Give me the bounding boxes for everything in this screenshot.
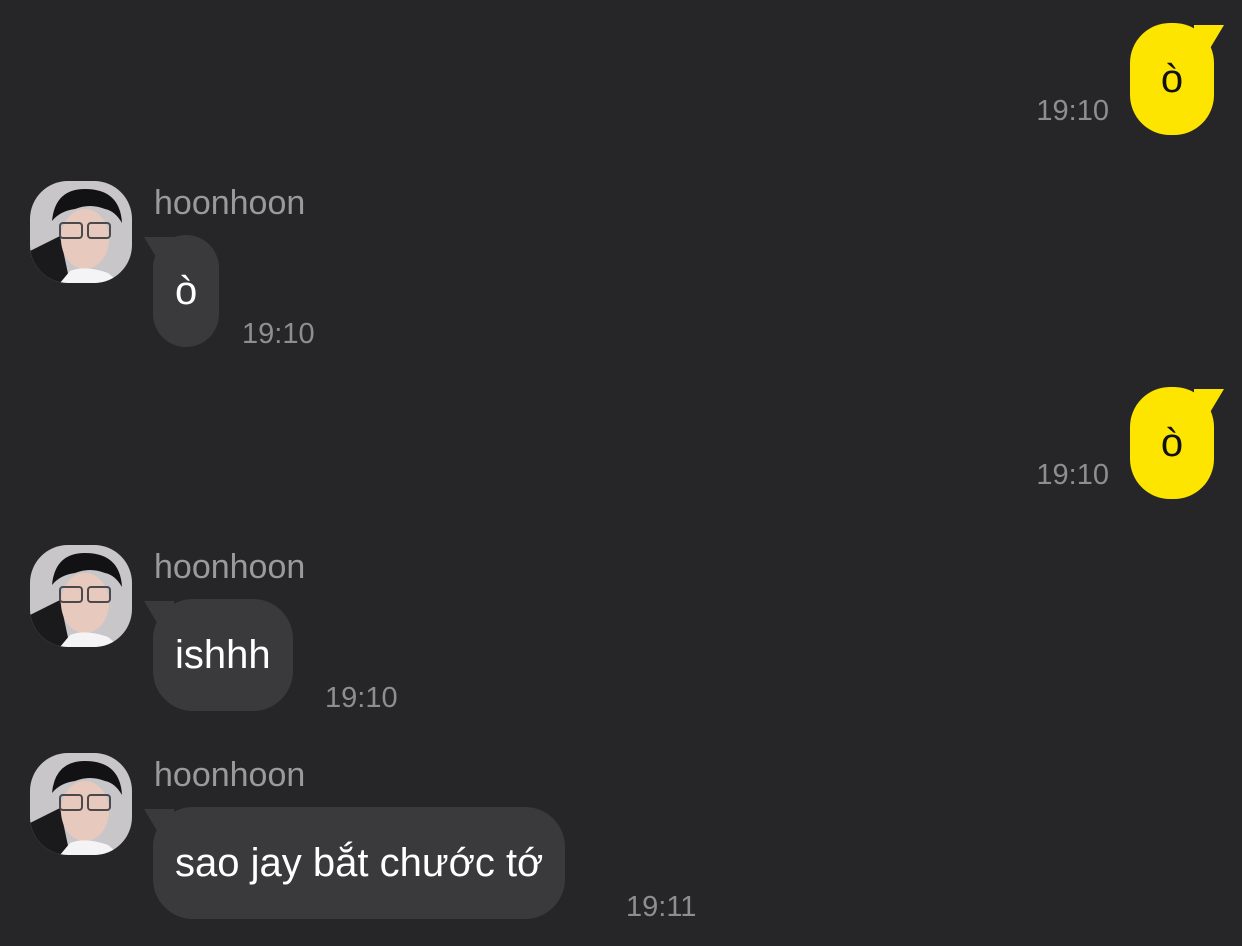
- message-bubble[interactable]: ishhh: [153, 599, 293, 711]
- bubble-tail: [144, 809, 174, 839]
- message-timestamp: 19:10: [1036, 95, 1109, 127]
- sender-name: hoonhoon: [154, 548, 306, 586]
- sender-name: hoonhoon: [154, 184, 306, 222]
- message-timestamp: 19:10: [242, 318, 315, 350]
- message-timestamp: 19:11: [626, 891, 697, 923]
- message-text: ò: [1160, 56, 1184, 101]
- message-text: ò: [1160, 420, 1184, 465]
- message-outgoing: 19:10 ò: [0, 365, 1242, 515]
- avatar-photo-icon: [30, 545, 132, 647]
- sender-name: hoonhoon: [154, 756, 306, 794]
- message-timestamp: 19:10: [325, 682, 398, 714]
- message-text: ishhh: [175, 632, 271, 677]
- bubble-tail: [144, 601, 174, 631]
- avatar[interactable]: [30, 545, 132, 647]
- avatar[interactable]: [30, 181, 132, 283]
- avatar-photo-icon: [30, 181, 132, 283]
- message-bubble[interactable]: ò: [1130, 23, 1214, 135]
- message-text: sao jay bắt chước tớ: [175, 840, 544, 885]
- message-bubble[interactable]: ò: [153, 235, 220, 347]
- bubble-tail: [144, 237, 174, 267]
- avatar[interactable]: [30, 753, 132, 855]
- message-text: ò: [175, 268, 198, 313]
- message-bubble[interactable]: ò: [1130, 387, 1214, 499]
- message-outgoing: 19:10 ò: [0, 0, 1242, 150]
- message-bubble[interactable]: sao jay bắt chước tớ: [153, 807, 566, 919]
- message-timestamp: 19:10: [1036, 459, 1109, 491]
- avatar-photo-icon: [30, 753, 132, 855]
